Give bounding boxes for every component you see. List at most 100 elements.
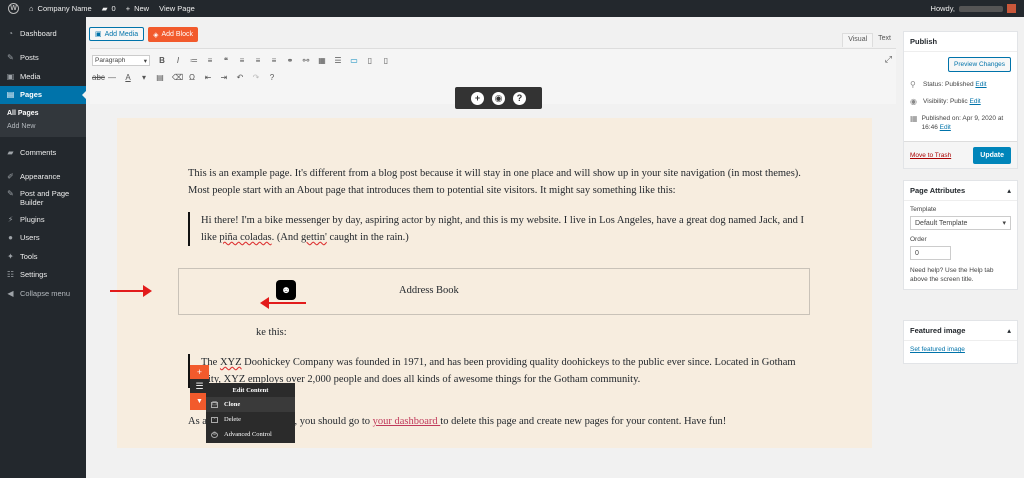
sidebar-collapse-menu[interactable]: ◀ Collapse menu [0,284,86,303]
align-right-icon[interactable]: ≡ [270,56,278,65]
chevron-up-icon[interactable]: ▴ [1007,326,1011,335]
menu-item-advanced-control[interactable]: ⚙ Advanced Control [206,427,295,442]
numbered-list-icon[interactable]: ≡ [206,56,214,65]
comments-link[interactable]: ▰ 0 [102,4,116,13]
help-text: Need help? Use the Help tab above the sc… [910,267,994,283]
bullet-list-icon[interactable]: ≔ [190,56,198,65]
add-icon[interactable]: + [471,91,484,105]
paragraph-partial[interactable]: ke this: [256,324,287,341]
tab-text[interactable]: Text [873,33,896,47]
page-attributes-box: Page Attributes ▴ Template Default Templa… [903,180,1018,290]
format-select[interactable]: Paragraph ▾ [92,55,150,66]
sidebar-item-media[interactable]: ▣ Media [0,67,86,86]
edit-status-link[interactable]: Edit [975,81,986,88]
horizontal-line-icon[interactable]: — [108,73,116,82]
add-block-button[interactable]: ◈ Add Block [148,27,199,42]
move-to-trash-link[interactable]: Move to Trash [910,152,951,159]
fullscreen-icon[interactable]: ⤢ [885,54,892,65]
gear-icon: ⚙ [211,431,218,438]
edit-visibility-link[interactable]: Edit [970,98,981,105]
bold-icon[interactable]: B [158,56,166,65]
paragraph-intro[interactable]: This is an example page. It's different … [188,165,810,199]
tab-visual[interactable]: Visual [842,33,874,47]
content-canvas[interactable]: This is an example page. It's different … [117,118,872,448]
media-icon: ▣ [6,71,15,81]
align-center-icon[interactable]: ≡ [254,56,262,65]
media-icon: ▣ [95,31,102,38]
sidebar-item-comments[interactable]: ▰ Comments [0,143,86,162]
chevron-down-icon: ▼ [196,397,203,405]
delete-icon: × [211,416,218,423]
sidebar-item-post-and-page-builder[interactable]: ✎ Post and Page Builder [0,186,86,210]
blockquote-icon[interactable]: ❝ [222,56,230,65]
link-icon[interactable]: ⚭ [286,56,294,65]
admin-sidebar: ◔ Dashboard ✎ Posts ▣ Media ▤ Pages All Page… [0,17,86,478]
help-icon[interactable]: ? [513,91,526,105]
wordpress-logo-icon[interactable]: W [8,3,19,14]
sidebar-item-settings[interactable]: ☷ Settings [0,266,86,285]
edit-date-link[interactable]: Edit [940,124,951,131]
outdent-icon[interactable]: ⇤ [204,73,212,82]
text-color-icon[interactable]: A [124,73,132,82]
home-icon: ⌂ [29,4,34,13]
admin-bar: W ⌂ Company Name ▰ 0 + New View Page How… [0,0,1024,17]
site-name-link[interactable]: ⌂ Company Name [29,4,92,13]
globe-icon[interactable]: ◉ [492,91,505,105]
order-input[interactable]: 0 [910,246,951,260]
settings-icon: ☷ [6,270,15,280]
submenu-all-pages[interactable]: All Pages [0,107,86,120]
template-select[interactable]: Default Template ▾ [910,216,1011,230]
table-icon[interactable]: ▦ [318,56,326,65]
wrench-icon: ✦ [7,251,14,261]
read-more-icon[interactable]: ☰ [334,56,342,65]
block-context-menu: Edit Content ❐ Clone × Delete ⚙ Advanced Co… [206,383,295,443]
mobile-preview-icon[interactable]: ▯ [382,56,390,65]
special-char-icon[interactable]: Ω [188,73,196,82]
chevron-down-icon[interactable]: ▾ [140,73,148,82]
builder-floating-toolbar: + ◉ ? [455,87,542,109]
context-menu-header: Edit Content [232,386,269,394]
set-featured-image-link[interactable]: Set featured image [910,346,965,353]
clear-format-icon[interactable]: ⌫ [172,73,183,82]
avatar [1007,4,1016,13]
add-media-button[interactable]: ▣ Add Media [89,27,145,41]
italic-icon[interactable]: I [174,56,182,65]
sidebar-item-users[interactable]: ● Users [0,229,86,248]
publish-box: Publish Preview Changes ⚲ Status: Publish… [903,31,1018,169]
sidebar-item-tools[interactable]: ✦ Tools [0,247,86,266]
sidebar-item-appearance[interactable]: ✐ Appearance [0,168,86,187]
sidebar-item-dashboard[interactable]: ◔ Dashboard [0,24,86,43]
editor-area: ▣ Add Media ◈ Add Block Visual Text Paragr… [86,17,900,478]
brush-icon: ✐ [7,172,14,182]
sidebar-item-posts[interactable]: ✎ Posts [0,49,86,68]
users-icon: ● [8,233,13,243]
chevron-down-icon: ▾ [143,57,147,65]
account-menu[interactable]: Howdy, [931,4,1016,13]
collapse-icon: ◀ [7,288,14,298]
chevron-up-icon[interactable]: ▴ [1007,186,1011,195]
sidebar-item-plugins[interactable]: ⚡ Plugins [0,210,86,229]
submenu-add-new[interactable]: Add New [0,120,86,133]
help-icon[interactable]: ? [268,73,276,82]
dashboard-link[interactable]: your dashboard [373,416,441,427]
view-page-link[interactable]: View Page [159,4,195,13]
sidebar-item-pages[interactable]: ▤ Pages [0,85,86,104]
preview-changes-button[interactable]: Preview Changes [948,57,1011,72]
address-book-block[interactable]: ☻ Address Book [178,268,810,315]
calendar-icon: ▦ [910,114,918,123]
blockquote-bike-messenger[interactable]: Hi there! I'm a bike messenger by day, a… [188,212,810,246]
indent-icon[interactable]: ⇥ [220,73,228,82]
order-label: Order [910,236,927,243]
tablet-preview-icon[interactable]: ▯ [366,56,374,65]
new-content-link[interactable]: + New [126,4,149,13]
paste-text-icon[interactable]: ▤ [156,73,164,82]
align-left-icon[interactable]: ≡ [238,56,246,65]
desktop-preview-icon[interactable]: ▭ [350,56,358,65]
menu-item-delete[interactable]: × Delete [206,412,295,427]
update-button[interactable]: Update [973,146,1011,164]
menu-item-clone[interactable]: ❐ Clone [206,397,295,412]
strikethrough-icon[interactable]: abc [92,73,105,82]
unlink-icon[interactable]: ⚯ [302,56,310,65]
undo-icon[interactable]: ↶ [236,73,244,82]
redo-icon[interactable]: ↷ [252,73,260,82]
